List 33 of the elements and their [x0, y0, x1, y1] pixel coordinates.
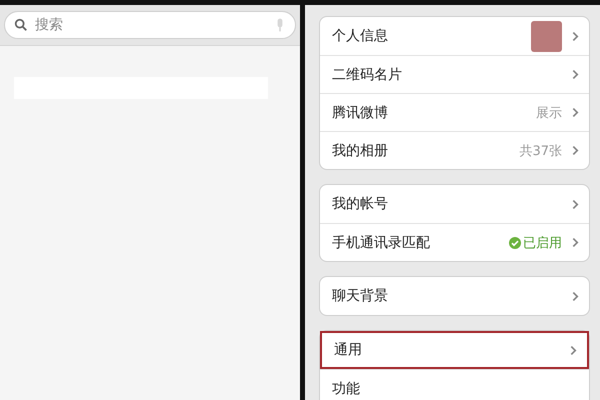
row-label: 个人信息	[332, 27, 389, 45]
microphone-icon[interactable]	[276, 18, 284, 32]
row-label: 我的帐号	[332, 195, 389, 213]
settings-row[interactable]: 通用	[320, 331, 589, 369]
row-label: 手机通讯录匹配	[332, 234, 431, 252]
row-label: 二维码名片	[332, 66, 403, 84]
chevron-icon	[572, 237, 579, 248]
row-label: 腾讯微博	[332, 104, 389, 122]
settings-row[interactable]: 我的相册 共37张	[320, 131, 589, 169]
settings-row[interactable]: 聊天背景	[320, 277, 589, 315]
row-label: 通用	[334, 341, 363, 359]
chevron-icon	[572, 30, 579, 42]
chevron-icon	[572, 145, 579, 156]
settings-row[interactable]: 功能	[320, 369, 589, 400]
row-label: 功能	[332, 380, 361, 398]
chevron-icon	[570, 344, 577, 356]
chevron-icon	[572, 290, 579, 302]
row-label: 我的相册	[332, 142, 389, 160]
chevron-icon	[572, 107, 579, 118]
settings-row[interactable]: 腾讯微博 展示	[320, 93, 589, 131]
chevron-icon	[572, 69, 579, 80]
search-field[interactable]: 搜索	[4, 11, 296, 39]
settings-row[interactable]: 手机通讯录匹配 已启用	[320, 223, 589, 261]
row-value: 展示	[536, 104, 562, 122]
status-text: 已启用	[523, 234, 562, 252]
row-label: 聊天背景	[332, 287, 389, 305]
settings-row[interactable]: 个人信息	[320, 17, 589, 55]
photo-placeholder	[531, 20, 562, 52]
row-value: 共37张	[519, 142, 562, 160]
settings-row[interactable]: 二维码名片	[320, 55, 589, 93]
check-icon	[509, 236, 521, 248]
settings-row[interactable]: 我的帐号	[320, 185, 589, 223]
chevron-icon	[572, 198, 579, 210]
